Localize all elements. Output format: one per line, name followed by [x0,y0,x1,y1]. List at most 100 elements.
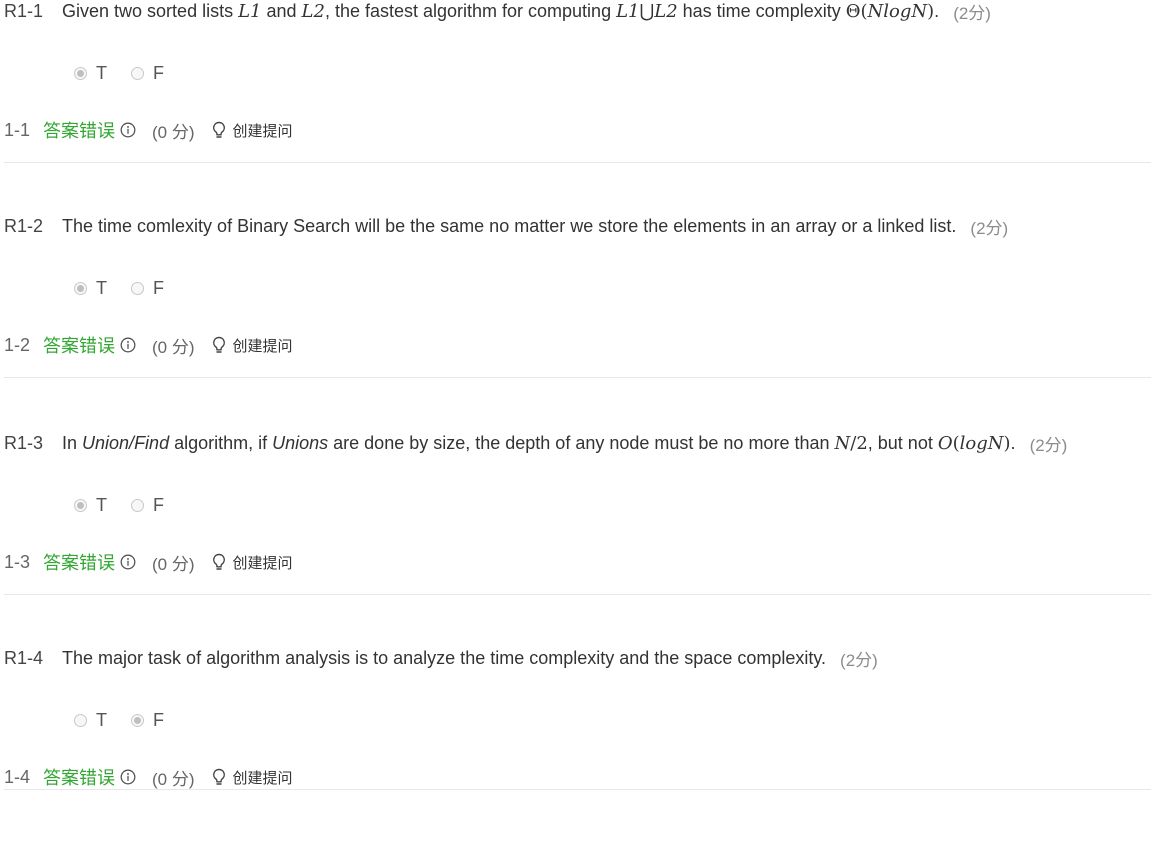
answer-options: TF [74,709,188,731]
question-text-segment: has time complexity [677,0,846,21]
result-number: 1-4 [4,766,31,787]
question-item: R1-2 The time comlexity of Binary Search … [0,215,1151,431]
result-row: 1-4 答案错误 (0 分) 创建提问 [4,765,293,789]
question-row: R1-2 The time comlexity of Binary Search … [4,213,1008,239]
question-text-segment: algorithm, if [169,432,273,453]
option-t[interactable]: T [74,278,107,299]
status-badge: 答案错误 [43,121,116,141]
option-t[interactable]: T [74,495,107,516]
info-circle-icon[interactable] [120,769,136,785]
create-question-button[interactable]: 创建提问 [211,552,293,573]
question-term: Unions [272,432,329,453]
question-text-segment: . [934,0,940,21]
radio-button[interactable] [131,66,144,80]
math-expression: L2 [654,0,678,22]
question-row: R1-3 In Union/Find algorithm, if Unions a… [4,430,1067,456]
question-id: R1-2 [4,215,44,236]
info-circle-icon[interactable] [120,554,136,570]
result-score: (0 分) [152,554,195,574]
result-number: 1-1 [4,119,31,140]
radio-button[interactable] [74,498,87,512]
radio-button[interactable] [131,713,144,727]
math-expression: /2 [850,432,868,454]
question-text-segment: Given two sorted lists [62,0,239,21]
info-circle-icon[interactable] [120,122,136,138]
question-text-segment: and [261,0,302,21]
radio-button[interactable] [74,281,87,295]
math-expression: L1 [616,0,640,22]
divider [4,594,1151,595]
radio-button[interactable] [74,66,87,80]
math-expression: L2 [301,0,325,22]
create-question-label: 创建提问 [232,554,293,572]
math-expression: ) [1003,432,1011,454]
result-score: (0 分) [152,769,195,789]
option-f[interactable]: F [131,710,164,731]
create-question-button[interactable]: 创建提问 [211,335,293,356]
option-label: F [153,494,164,515]
radio-button[interactable] [74,713,87,727]
option-label: F [153,62,164,83]
question-text-segment: are done by size, the depth of any node … [328,432,835,453]
result-score: (0 分) [152,122,195,142]
answer-options: TF [74,277,188,299]
create-question-label: 创建提问 [232,337,293,355]
radio-button[interactable] [131,498,144,512]
question-text: Given two sorted lists L1 and L2, the fa… [62,1,939,22]
math-expression: Θ [845,0,861,22]
result-row: 1-3 答案错误 (0 分) 创建提问 [4,550,293,574]
status-badge: 答案错误 [43,553,116,573]
math-expression: NlogN [867,0,928,22]
answer-options: TF [74,494,188,516]
result-score: (0 分) [152,337,195,357]
question-row: R1-1 Given two sorted lists L1 and L2, th… [4,0,991,24]
option-label: T [96,494,107,515]
result-row: 1-1 答案错误 (0 分) 创建提问 [4,118,293,142]
question-text: In Union/Find algorithm, if Unions are d… [62,433,1016,454]
divider [4,789,1151,790]
question-score: (2分) [840,650,878,670]
question-id: R1-3 [4,432,44,453]
question-text-segment: , but not [867,432,938,453]
option-f[interactable]: F [131,63,164,84]
result-row: 1-2 答案错误 (0 分) 创建提问 [4,333,293,357]
question-text-segment: The time comlexity of Binary Search will… [62,215,957,236]
result-number: 1-3 [4,551,31,572]
lightbulb-icon [211,553,227,571]
question-text-segment: . [1010,432,1016,453]
math-expression: L1 [238,0,262,22]
option-f[interactable]: F [131,278,164,299]
math-expression: ( [860,0,868,22]
question-text: The major task of algorithm analysis is … [62,648,826,669]
answer-options: TF [74,62,188,84]
question-score: (2分) [1029,435,1068,455]
math-expression: ⋃ [639,0,655,22]
option-label: F [153,277,164,298]
question-term: Union/Find [82,432,170,453]
status-badge: 答案错误 [43,336,116,356]
question-item: R1-1 Given two sorted lists L1 and L2, th… [0,0,1151,216]
create-question-button[interactable]: 创建提问 [211,120,293,141]
lightbulb-icon [211,336,227,354]
option-label: F [153,709,164,730]
info-circle-icon[interactable] [120,337,136,353]
option-t[interactable]: T [74,63,107,84]
radio-button[interactable] [131,281,144,295]
question-text-segment: , the fastest algorithm for computing [324,0,617,21]
question-text: The time comlexity of Binary Search will… [62,216,956,237]
result-number: 1-2 [4,334,31,355]
option-t[interactable]: T [74,710,107,731]
question-id: R1-4 [4,647,44,668]
question-id: R1-1 [4,0,44,21]
status-badge: 答案错误 [43,768,116,788]
option-f[interactable]: F [131,495,164,516]
create-question-button[interactable]: 创建提问 [211,767,293,788]
divider [4,162,1151,163]
lightbulb-icon [211,121,227,139]
math-expression: N [834,432,851,454]
question-item: R1-3 In Union/Find algorithm, if Unions a… [0,432,1151,648]
math-expression: ( [952,432,960,454]
question-item: R1-4 The major task of algorithm analysis… [0,647,1151,863]
divider [4,377,1151,378]
question-text-segment: The major task of algorithm analysis is … [62,647,827,668]
